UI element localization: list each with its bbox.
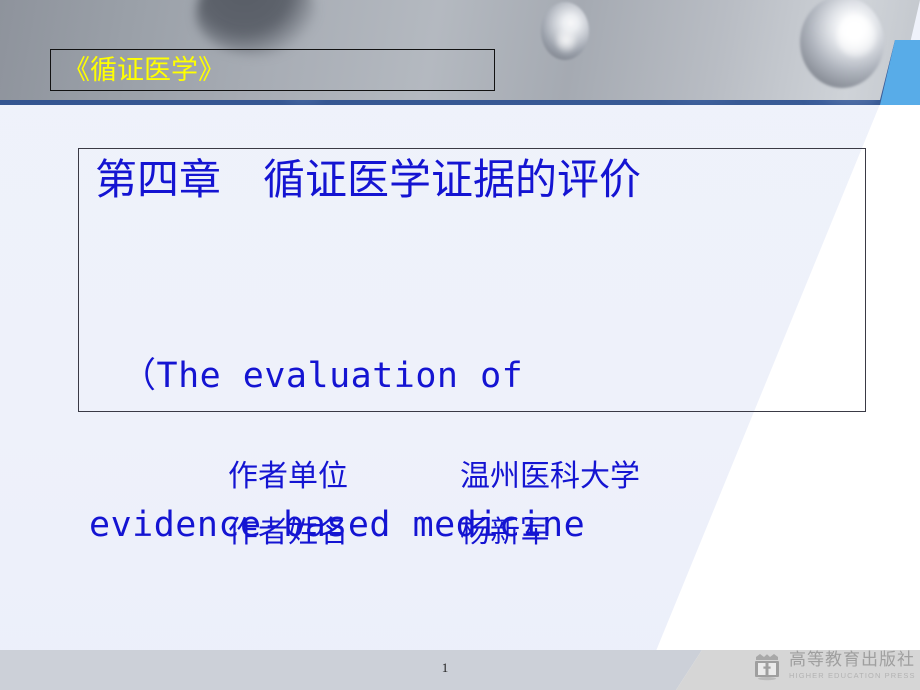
author-unit-label: 作者单位 xyxy=(228,459,348,494)
publisher-text: 高等教育出版社 HIGHER EDUCATION PRESS xyxy=(789,652,916,680)
header-title-box: 《循证医学》 xyxy=(50,49,495,91)
chapter-title: 第四章 循证医学证据的评价 xyxy=(95,155,642,204)
author-unit-value: 温州医科大学 xyxy=(460,459,640,494)
water-droplet-icon-large xyxy=(800,0,884,88)
author-unit-row: 作者单位 温州医科大学 xyxy=(228,462,640,492)
publisher-name-en: HIGHER EDUCATION PRESS xyxy=(789,671,916,681)
author-name-label: 作者姓名 xyxy=(228,515,348,550)
water-droplet-icon-small xyxy=(541,2,589,60)
publisher-name-cn: 高等教育出版社 xyxy=(789,650,915,671)
header-title-text: 《循证医学》 xyxy=(63,54,225,86)
author-name-value: 杨新军 xyxy=(460,515,550,550)
open-book-emblem-icon xyxy=(752,651,782,681)
presentation-slide: 《循证医学》 第四章 循证医学证据的评价 （The evaluation of … xyxy=(0,0,920,690)
main-title-box: 第四章 循证医学证据的评价 （The evaluation of evidenc… xyxy=(78,148,866,690)
author-info: 作者单位 温州医科大学 作者姓名 杨新军 xyxy=(228,462,640,574)
publisher-logo: 高等教育出版社 HIGHER EDUCATION PRESS xyxy=(752,651,916,681)
page-number: 1 xyxy=(441,660,449,675)
author-name-row: 作者姓名 杨新军 xyxy=(228,518,640,548)
english-title-line-1: （The evaluation of xyxy=(121,356,524,397)
